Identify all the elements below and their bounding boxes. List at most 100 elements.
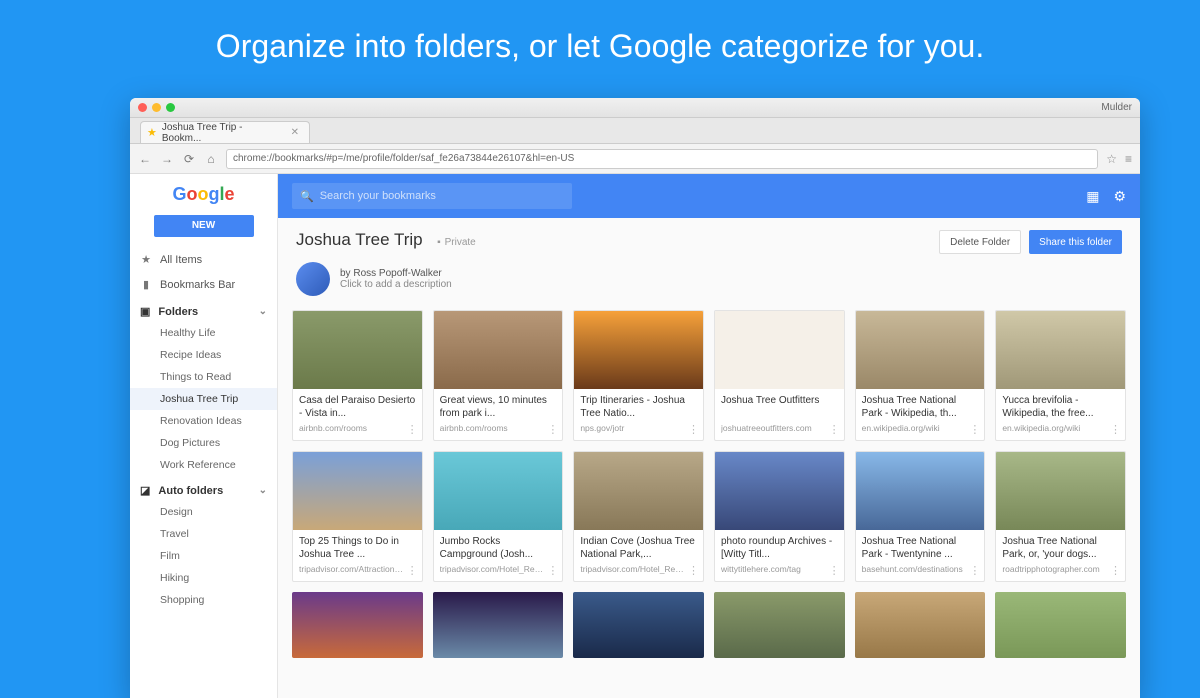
address-bar[interactable]: chrome://bookmarks/#p=/me/profile/folder… [226, 149, 1098, 169]
card-menu-icon[interactable]: ⋮ [688, 564, 699, 577]
settings-gear-icon[interactable]: ⚙ [1113, 188, 1126, 205]
search-input[interactable]: 🔍 Search your bookmarks [292, 183, 572, 209]
back-icon[interactable]: ← [138, 152, 152, 166]
forward-icon[interactable]: → [160, 152, 174, 166]
sidebar-auto-folder-item[interactable]: Shopping [130, 589, 277, 611]
bookmark-thumbnail [856, 311, 985, 389]
star-icon: ★ [140, 253, 152, 266]
bookmark-card[interactable]: Jumbo Rocks Campground (Josh... tripadvis… [433, 451, 564, 582]
close-window-icon[interactable] [138, 103, 147, 112]
sidebar-section-folders[interactable]: ▣ Folders ⌄ [130, 297, 277, 322]
close-tab-icon[interactable]: ✕ [291, 127, 299, 138]
maximize-window-icon[interactable] [166, 103, 175, 112]
browser-toolbar: ← → ⟳ ⌂ chrome://bookmarks/#p=/me/profil… [130, 144, 1140, 174]
sidebar-auto-folder-item[interactable]: Design [130, 501, 277, 523]
bookmark-card[interactable]: Joshua Tree Outfittersjoshuatreeoutfitte… [714, 310, 845, 441]
bookmark-card[interactable] [995, 592, 1126, 658]
reload-icon[interactable]: ⟳ [182, 152, 196, 166]
bookmark-icon: ▮ [140, 278, 152, 291]
privacy-badge: ▪ Private [437, 237, 476, 248]
home-icon[interactable]: ⌂ [204, 152, 218, 166]
sidebar-folder-item[interactable]: Work Reference [130, 454, 277, 476]
card-menu-icon[interactable]: ⋮ [1110, 423, 1121, 436]
folder-header: Joshua Tree Trip ▪ Private Delete Folder… [278, 218, 1140, 262]
share-folder-button[interactable]: Share this folder [1029, 230, 1122, 254]
card-menu-icon[interactable]: ⋮ [407, 564, 418, 577]
browser-window: Mulder ★ Joshua Tree Trip - Bookm... ✕ ←… [130, 98, 1140, 698]
bookmark-card[interactable]: Casa del Paraiso Desierto - Vista in...a… [292, 310, 423, 441]
browser-tab[interactable]: ★ Joshua Tree Trip - Bookm... ✕ [140, 121, 310, 143]
bookmark-url: nps.gov/jotr [580, 423, 697, 433]
url-text: chrome://bookmarks/#p=/me/profile/folder… [233, 153, 574, 164]
bookmark-card[interactable]: photo roundup Archives - [Witty Titl...w… [714, 451, 845, 582]
favicon-star-icon: ★ [147, 126, 157, 139]
card-menu-icon[interactable]: ⋮ [688, 423, 699, 436]
bookmark-thumbnail [995, 592, 1126, 658]
bookmark-card[interactable]: Yucca brevifolia - Wikipedia, the free..… [995, 310, 1126, 441]
bookmark-card[interactable]: Top 25 Things to Do in Joshua Tree ... tr… [292, 451, 423, 582]
lock-icon: ▪ [437, 237, 441, 248]
description-prompt[interactable]: Click to add a description [340, 279, 452, 290]
bookmark-star-icon[interactable]: ☆ [1106, 152, 1117, 166]
bookmark-card[interactable] [855, 592, 986, 658]
bookmark-url: en.wikipedia.org/wiki [862, 423, 979, 433]
card-menu-icon[interactable]: ⋮ [829, 423, 840, 436]
card-menu-icon[interactable]: ⋮ [547, 564, 558, 577]
bookmark-title: Trip Itineraries - Joshua Tree Natio... [580, 395, 697, 420]
sidebar-auto-folder-item[interactable]: Film [130, 545, 277, 567]
new-button[interactable]: NEW [154, 215, 254, 237]
card-menu-icon[interactable]: ⋮ [969, 423, 980, 436]
bookmark-title: Great views, 10 minutes from park i... [440, 395, 557, 420]
card-menu-icon[interactable]: ⋮ [407, 423, 418, 436]
window-controls[interactable] [138, 103, 175, 112]
bookmark-card[interactable] [292, 592, 423, 658]
sidebar-item-label: Bookmarks Bar [160, 279, 235, 291]
sidebar-folder-item[interactable]: Renovation Ideas [130, 410, 277, 432]
bookmark-info: photo roundup Archives - [Witty Titl...w… [715, 530, 844, 581]
bookmark-thumbnail [574, 311, 703, 389]
bookmark-card[interactable] [433, 592, 564, 658]
bookmark-info: Great views, 10 minutes from park i...ai… [434, 389, 563, 440]
sidebar-item-bookmarks-bar[interactable]: ▮ Bookmarks Bar [130, 272, 277, 297]
sidebar-folder-item[interactable]: Joshua Tree Trip [130, 388, 277, 410]
bookmark-card[interactable]: Trip Itineraries - Joshua Tree Natio... n… [573, 310, 704, 441]
chevron-down-icon: ⌄ [259, 306, 267, 317]
delete-folder-button[interactable]: Delete Folder [939, 230, 1021, 254]
bookmark-card[interactable] [714, 592, 845, 658]
sidebar-folder-item[interactable]: Things to Read [130, 366, 277, 388]
bookmark-url: roadtripphotographer.com [1002, 564, 1119, 574]
view-toggle-icon[interactable]: ▦ [1086, 188, 1099, 205]
bookmark-title: Jumbo Rocks Campground (Josh... [440, 536, 557, 561]
os-user-label: Mulder [1101, 102, 1132, 113]
browser-menu-icon[interactable]: ≡ [1125, 152, 1132, 166]
bookmark-url: tripadvisor.com/Hotel_Review [440, 564, 557, 574]
sidebar-folder-item[interactable]: Dog Pictures [130, 432, 277, 454]
minimize-window-icon[interactable] [152, 103, 161, 112]
bookmark-card[interactable] [573, 592, 704, 658]
sidebar-item-all[interactable]: ★ All Items [130, 247, 277, 272]
bookmark-card[interactable]: Joshua Tree National Park - Twentynine .… [855, 451, 986, 582]
google-logo: Google [130, 174, 277, 211]
bookmark-title: Joshua Tree National Park - Wikipedia, t… [862, 395, 979, 420]
sidebar-folder-item[interactable]: Healthy Life [130, 322, 277, 344]
search-icon: 🔍 [300, 190, 314, 203]
bookmark-thumbnail [996, 452, 1125, 530]
sidebar-section-auto-folders[interactable]: ◪ Auto folders ⌄ [130, 476, 277, 501]
bookmark-card[interactable]: Joshua Tree National Park, or, 'your dog… [995, 451, 1126, 582]
bookmark-url: tripadvisor.com/Attractions-g [299, 564, 416, 574]
sidebar-folder-item[interactable]: Recipe Ideas [130, 344, 277, 366]
card-menu-icon[interactable]: ⋮ [969, 564, 980, 577]
card-menu-icon[interactable]: ⋮ [547, 423, 558, 436]
bookmark-card[interactable]: Joshua Tree National Park - Wikipedia, t… [855, 310, 986, 441]
section-label: Folders [158, 306, 198, 318]
bookmark-grid: Casa del Paraiso Desierto - Vista in...a… [278, 310, 1140, 441]
bookmark-title: Top 25 Things to Do in Joshua Tree ... [299, 536, 416, 561]
bookmark-card[interactable]: Indian Cove (Joshua Tree National Park,.… [573, 451, 704, 582]
sidebar: Google NEW ★ All Items ▮ Bookmarks Bar ▣… [130, 174, 278, 698]
sidebar-auto-folder-item[interactable]: Hiking [130, 567, 277, 589]
card-menu-icon[interactable]: ⋮ [1110, 564, 1121, 577]
card-menu-icon[interactable]: ⋮ [829, 564, 840, 577]
bookmark-card[interactable]: Great views, 10 minutes from park i...ai… [433, 310, 564, 441]
sidebar-auto-folder-item[interactable]: Travel [130, 523, 277, 545]
bookmark-thumbnail [434, 311, 563, 389]
